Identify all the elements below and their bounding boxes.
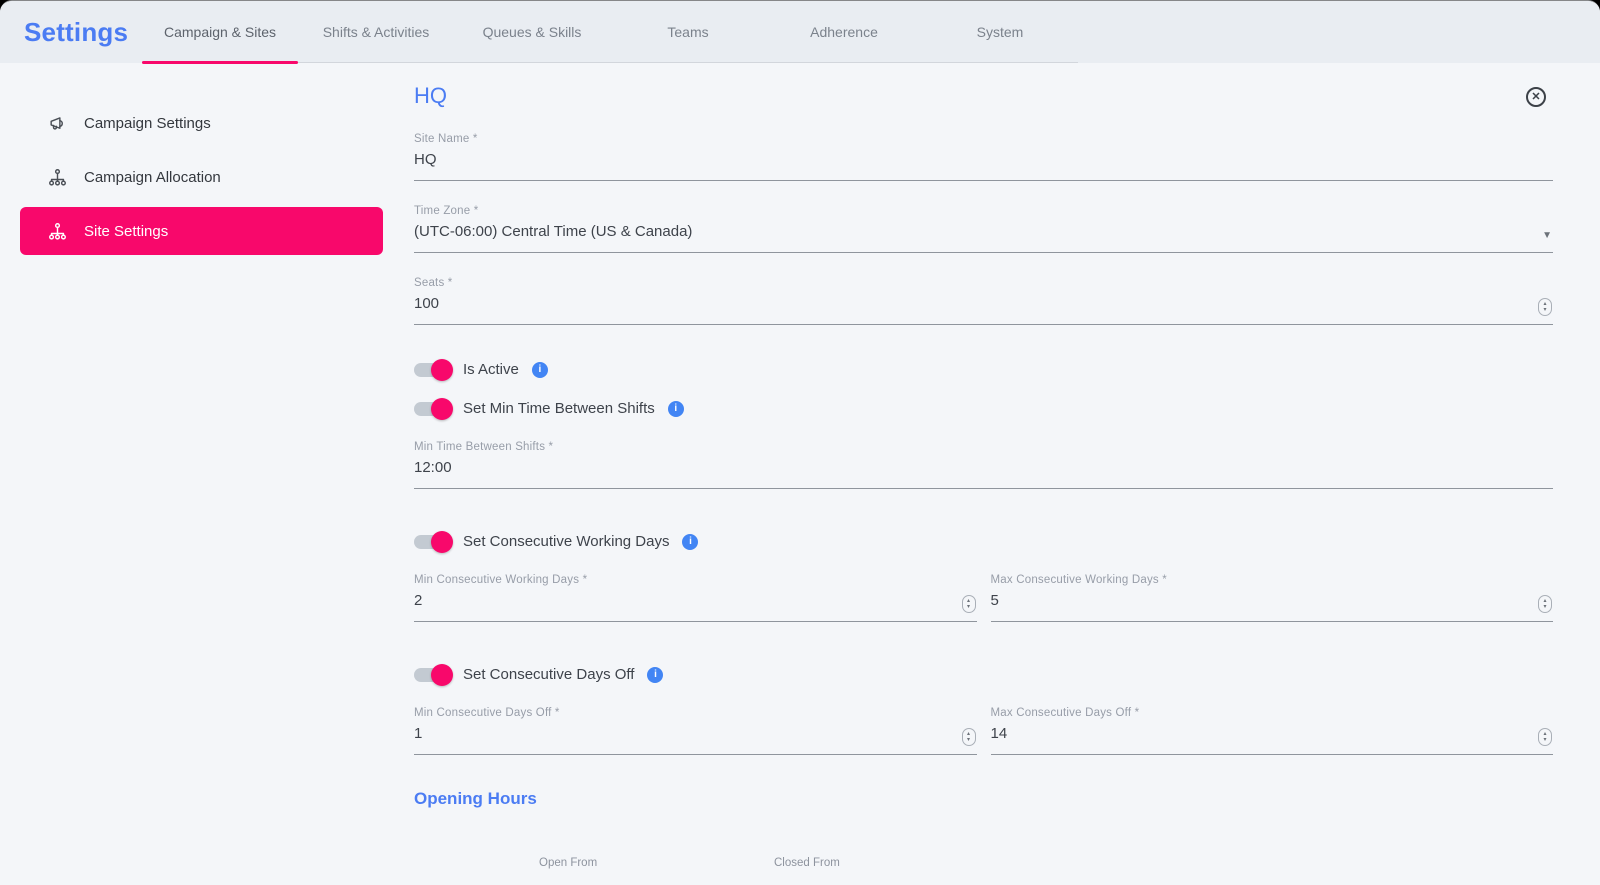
tab-system[interactable]: System — [922, 1, 1078, 62]
sidebar-item-label: Campaign Settings — [84, 114, 211, 132]
open-from-column-header: Open From — [539, 857, 598, 869]
set-consecutive-working-days-toggle[interactable] — [414, 530, 453, 553]
field-site-name: Site Name * — [414, 133, 1553, 181]
settings-app: Settings Campaign & Sites Shifts & Activ… — [0, 0, 1600, 885]
number-stepper-icon[interactable]: ▴ ▾ — [961, 595, 976, 613]
max-consecutive-working-days-label: Max Consecutive Working Days * — [990, 574, 1167, 586]
time-zone-label: Time Zone * — [414, 205, 479, 217]
info-icon[interactable]: i — [682, 533, 699, 550]
toggle-row-min-time-between-shifts: Set Min Time Between Shifts i — [414, 397, 1553, 420]
sitemap-icon — [48, 168, 67, 187]
seats-label: Seats * — [414, 277, 453, 289]
min-time-between-shifts-label: Min Time Between Shifts * — [414, 441, 554, 453]
info-icon[interactable]: i — [647, 666, 664, 683]
number-stepper-icon[interactable]: ▴ ▾ — [1538, 728, 1552, 746]
tab-queues-and-skills[interactable]: Queues & Skills — [454, 1, 610, 62]
seats-input[interactable] — [414, 289, 1553, 324]
toggle-label: Is Active — [463, 361, 519, 378]
tab-campaign-and-sites[interactable]: Campaign & Sites — [142, 1, 298, 64]
consecutive-days-off-row: Min Consecutive Days Off * ▴▾ Max Consec… — [414, 707, 1553, 755]
opening-hours-column-headers: Open From Closed From — [414, 857, 1553, 869]
min-time-between-shifts-input[interactable] — [414, 453, 1553, 488]
consecutive-working-days-row: Min Consecutive Working Days * ▴▾ Max Co… — [414, 574, 1553, 622]
toggle-knob — [431, 358, 453, 381]
toggle-label: Set Consecutive Days Off — [463, 666, 635, 683]
body: Campaign Settings Campaign Allocation Si… — [0, 63, 1600, 885]
close-icon[interactable]: ✕ — [1526, 87, 1546, 107]
info-icon[interactable]: i — [667, 400, 684, 417]
toggle-knob — [431, 663, 453, 686]
toggle-label: Set Min Time Between Shifts — [463, 400, 655, 417]
toggle-knob — [431, 530, 453, 553]
tab-shifts-and-activities[interactable]: Shifts & Activities — [298, 1, 454, 62]
page-title: Settings — [24, 16, 129, 47]
field-min-consecutive-days-off: Min Consecutive Days Off * ▴▾ — [414, 707, 977, 755]
site-title: HQ — [414, 83, 447, 108]
field-min-time-between-shifts: Min Time Between Shifts * — [414, 441, 1553, 489]
toggle-label: Set Consecutive Working Days — [463, 533, 670, 550]
min-consecutive-working-days-label: Min Consecutive Working Days * — [414, 574, 588, 586]
number-stepper-icon[interactable]: ▴ ▾ — [1538, 595, 1552, 613]
is-active-toggle[interactable] — [414, 358, 453, 381]
opening-hours-heading: Opening Hours — [414, 789, 537, 808]
min-consecutive-days-off-label: Min Consecutive Days Off * — [414, 707, 560, 719]
sitemap-icon — [48, 222, 67, 241]
closed-from-column-header: Closed From — [774, 857, 840, 869]
site-name-input[interactable] — [414, 145, 1553, 180]
max-consecutive-working-days-input[interactable] — [990, 586, 1553, 621]
header: Settings Campaign & Sites Shifts & Activ… — [0, 1, 1600, 64]
toggle-row-consecutive-working-days: Set Consecutive Working Days i — [414, 530, 1553, 553]
chevron-down-icon[interactable]: ▼ — [1542, 230, 1552, 241]
sidebar-item-campaign-settings[interactable]: Campaign Settings — [20, 99, 383, 147]
site-settings-panel: ✕ HQ Site Name * Time Zone * ▼ Seats * — [395, 63, 1600, 885]
field-max-consecutive-working-days: Max Consecutive Working Days * ▴▾ — [990, 574, 1553, 622]
toggle-row-is-active: Is Active i — [414, 358, 1553, 381]
sidebar: Campaign Settings Campaign Allocation Si… — [0, 63, 395, 885]
sidebar-item-site-settings[interactable]: Site Settings — [20, 207, 383, 255]
site-name-label: Site Name * — [414, 133, 478, 145]
sidebar-item-label: Site Settings — [84, 222, 169, 240]
field-seats: Seats * ▴▾ — [414, 277, 1553, 325]
max-consecutive-days-off-label: Max Consecutive Days Off * — [990, 707, 1140, 719]
set-consecutive-days-off-toggle[interactable] — [414, 663, 453, 686]
toggle-row-consecutive-days-off: Set Consecutive Days Off i — [414, 663, 1553, 686]
sidebar-item-label: Campaign Allocation — [84, 168, 221, 186]
min-consecutive-working-days-input[interactable] — [414, 586, 977, 621]
info-icon[interactable]: i — [531, 361, 548, 378]
min-consecutive-days-off-input[interactable] — [414, 719, 977, 754]
set-min-time-between-shifts-toggle[interactable] — [414, 397, 453, 420]
tab-teams[interactable]: Teams — [610, 1, 766, 62]
toggle-knob — [431, 397, 453, 420]
field-max-consecutive-days-off: Max Consecutive Days Off * ▴▾ — [990, 707, 1553, 755]
tab-adherence[interactable]: Adherence — [766, 1, 922, 62]
sidebar-item-campaign-allocation[interactable]: Campaign Allocation — [20, 153, 383, 201]
megaphone-icon — [48, 114, 67, 133]
time-zone-select[interactable] — [414, 217, 1553, 252]
max-consecutive-days-off-input[interactable] — [990, 719, 1553, 754]
field-time-zone: Time Zone * ▼ — [414, 205, 1553, 253]
field-min-consecutive-working-days: Min Consecutive Working Days * ▴▾ — [414, 574, 977, 622]
number-stepper-icon[interactable]: ▴ ▾ — [1538, 298, 1552, 316]
tab-bar: Campaign & Sites Shifts & Activities Que… — [142, 1, 1078, 64]
number-stepper-icon[interactable]: ▴ ▾ — [961, 728, 976, 746]
